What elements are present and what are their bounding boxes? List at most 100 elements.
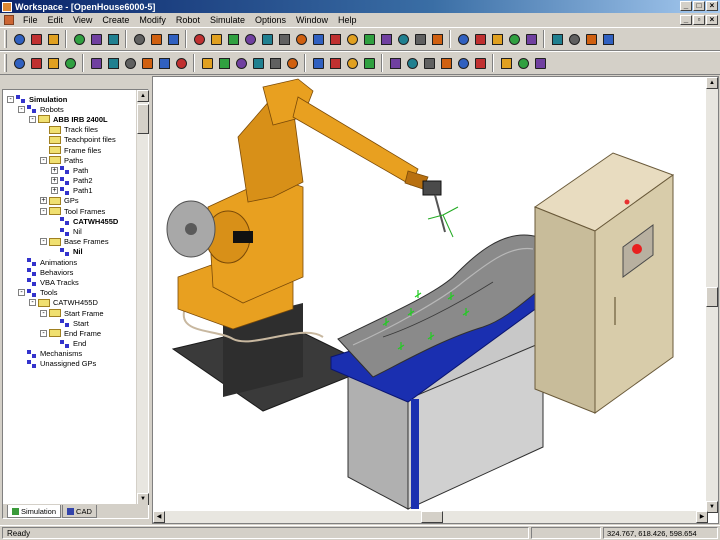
menu-create[interactable]: Create xyxy=(97,15,134,25)
measure-button[interactable] xyxy=(472,55,488,71)
tree-item[interactable]: Teachpoint files xyxy=(3,135,137,145)
wireframe-button[interactable] xyxy=(412,31,428,47)
app-icon[interactable] xyxy=(2,1,12,12)
tab-simulation[interactable]: Simulation xyxy=(7,505,62,518)
menu-file[interactable]: File xyxy=(18,15,43,25)
rotate-button[interactable] xyxy=(310,31,326,47)
reach-button[interactable] xyxy=(233,55,249,71)
properties-button[interactable] xyxy=(148,31,164,47)
collapse-icon[interactable]: - xyxy=(40,207,47,215)
tree-item[interactable]: - CATWH455D xyxy=(3,298,137,308)
viewport-scroll-left-icon[interactable]: ◀ xyxy=(153,511,165,523)
menu-modify[interactable]: Modify xyxy=(134,15,171,25)
collision-button[interactable] xyxy=(250,55,266,71)
tree-item[interactable]: - End Frame xyxy=(3,328,137,338)
expand-icon[interactable]: + xyxy=(51,166,58,174)
scene-canvas[interactable] xyxy=(153,77,708,513)
tree-item[interactable]: + Path1 xyxy=(3,186,137,196)
open-button[interactable] xyxy=(28,31,44,47)
view-left-button[interactable] xyxy=(225,31,241,47)
copy-button[interactable] xyxy=(88,31,104,47)
spline-button[interactable] xyxy=(267,55,283,71)
sphere-button[interactable] xyxy=(506,31,522,47)
delete-button[interactable] xyxy=(156,55,172,71)
viewport-horizontal-scrollbar[interactable]: ◀ ▶ xyxy=(153,511,708,523)
document-icon[interactable] xyxy=(4,15,14,25)
tree-item[interactable]: Nil xyxy=(3,226,137,236)
circle-button[interactable] xyxy=(284,55,300,71)
fit-button[interactable] xyxy=(378,31,394,47)
menu-options[interactable]: Options xyxy=(250,15,291,25)
tree-item[interactable]: - Paths xyxy=(3,155,137,165)
toolbar-grip[interactable] xyxy=(4,30,7,48)
menu-simulate[interactable]: Simulate xyxy=(205,15,250,25)
3d-viewport[interactable]: ▲ ▼ ◀ ▶ xyxy=(152,76,719,524)
arc-button[interactable] xyxy=(421,55,437,71)
viewport-scroll-up-icon[interactable]: ▲ xyxy=(706,77,718,89)
print-button[interactable] xyxy=(131,31,147,47)
path-button[interactable] xyxy=(216,55,232,71)
tree-item[interactable]: VBA Tracks xyxy=(3,277,137,287)
doc-restore-button[interactable]: ▫ xyxy=(693,15,705,25)
expand-icon[interactable]: + xyxy=(40,197,47,205)
cube-button[interactable] xyxy=(455,31,471,47)
snap-button[interactable] xyxy=(45,55,61,71)
collapse-icon[interactable]: - xyxy=(40,156,47,164)
tree-item[interactable]: + Path xyxy=(3,165,137,175)
tree-item[interactable]: End xyxy=(3,339,137,349)
collapse-icon[interactable]: - xyxy=(18,289,25,297)
tree-item[interactable]: - Simulation xyxy=(3,94,137,104)
tree-item[interactable]: Frame files xyxy=(3,145,137,155)
menu-edit[interactable]: Edit xyxy=(43,15,69,25)
control-cabinet[interactable] xyxy=(533,152,675,414)
menu-window[interactable]: Window xyxy=(291,15,333,25)
menu-view[interactable]: View xyxy=(68,15,97,25)
curve-button[interactable] xyxy=(438,55,454,71)
tree-item[interactable]: Start xyxy=(3,318,137,328)
scroll-up-icon[interactable]: ▲ xyxy=(137,90,149,102)
minimize-button[interactable]: _ xyxy=(680,1,692,11)
tree-item[interactable]: Animations xyxy=(3,257,137,267)
tree-item[interactable]: - Tools xyxy=(3,288,137,298)
flip-button[interactable] xyxy=(327,55,343,71)
teach-button[interactable] xyxy=(88,55,104,71)
toolbar-grip[interactable] xyxy=(4,54,7,72)
wrench-button[interactable] xyxy=(600,31,616,47)
tree-item[interactable]: - ABB IRB 2400L xyxy=(3,114,137,124)
collapse-icon[interactable]: - xyxy=(29,299,36,307)
expand-icon[interactable]: + xyxy=(51,187,58,195)
move-button[interactable] xyxy=(122,55,138,71)
doc-close-button[interactable]: × xyxy=(706,15,718,25)
frame-button[interactable] xyxy=(105,55,121,71)
view-top-button[interactable] xyxy=(259,31,275,47)
place-button[interactable] xyxy=(361,55,377,71)
pick-button[interactable] xyxy=(344,55,360,71)
view-back-button[interactable] xyxy=(208,31,224,47)
zoom-button[interactable] xyxy=(327,31,343,47)
viewport-vscroll-thumb[interactable] xyxy=(706,287,718,307)
record-button[interactable] xyxy=(498,55,514,71)
tree-item[interactable]: - Base Frames xyxy=(3,237,137,247)
tree-item[interactable]: - Start Frame xyxy=(3,308,137,318)
tree-item[interactable]: - Robots xyxy=(3,104,137,114)
vertical-button[interactable] xyxy=(404,55,420,71)
view-right-button[interactable] xyxy=(242,31,258,47)
tree-item[interactable]: CATWH455D xyxy=(3,216,137,226)
collapse-icon[interactable]: - xyxy=(18,105,25,113)
play-button[interactable] xyxy=(532,55,548,71)
new-button[interactable] xyxy=(11,31,27,47)
lock-button[interactable] xyxy=(173,55,189,71)
tree-item[interactable]: Unassigned GPs xyxy=(3,359,137,369)
tool-button[interactable] xyxy=(549,31,565,47)
help-button[interactable] xyxy=(165,31,181,47)
tree-item[interactable]: Behaviors xyxy=(3,267,137,277)
cylinder-button[interactable] xyxy=(489,31,505,47)
zoom-window-button[interactable] xyxy=(395,31,411,47)
tree-item[interactable]: - Tool Frames xyxy=(3,206,137,216)
viewport-vertical-scrollbar[interactable]: ▲ ▼ xyxy=(706,77,718,513)
jog-button[interactable] xyxy=(199,55,215,71)
robot-abb-irb-2400l[interactable] xyxy=(166,78,446,330)
pan-button[interactable] xyxy=(293,31,309,47)
torus-button[interactable] xyxy=(523,31,539,47)
doc-minimize-button[interactable]: _ xyxy=(680,15,692,25)
